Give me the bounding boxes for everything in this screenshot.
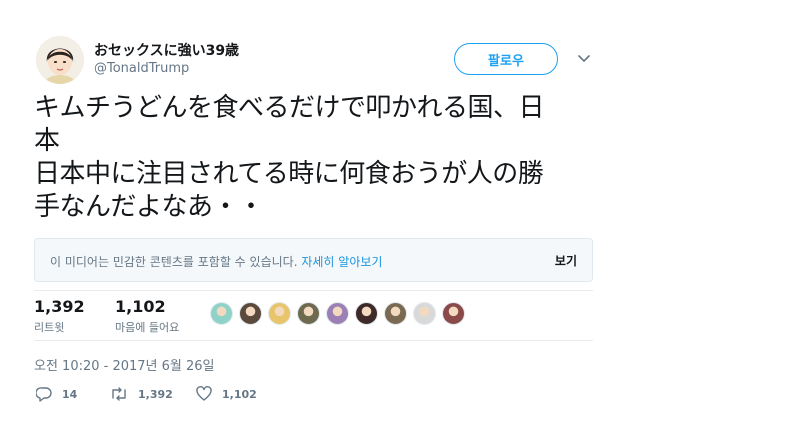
liker-avatar[interactable] — [355, 302, 378, 325]
reply-icon — [36, 387, 52, 402]
liker-avatar[interactable] — [384, 302, 407, 325]
like-stat-label: 마음에 들어요 — [115, 321, 180, 334]
display-name[interactable]: おセックスに強い39歳 — [94, 40, 239, 60]
chevron-down-icon[interactable] — [577, 52, 591, 66]
like-button[interactable]: 1,102 — [196, 386, 257, 402]
avatar[interactable] — [36, 36, 84, 84]
divider — [34, 340, 593, 341]
tweet-text-line: キムチうどんを食べるだけで叩かれる国、日 — [34, 93, 545, 123]
retweet-stat-label: 리트윗 — [34, 321, 65, 334]
heart-icon — [196, 386, 212, 401]
retweet-icon — [112, 387, 126, 401]
follow-button[interactable]: 팔로우 — [454, 43, 558, 75]
reply-button[interactable]: 14 — [36, 386, 77, 402]
liker-avatar[interactable] — [268, 302, 291, 325]
avatar-illustration — [36, 36, 84, 84]
tweet-card: おセックスに強い39歳 @TonaldTrump 팔로우 キムチうどんを食べるだ… — [0, 0, 785, 428]
retweet-action-count: 1,392 — [138, 387, 173, 401]
timestamp[interactable]: 오전 10:20 - 2017년 6월 26일 — [34, 355, 215, 374]
retweet-button[interactable]: 1,392 — [110, 386, 173, 402]
like-action-count: 1,102 — [222, 387, 257, 401]
tweet-text-line: 本 — [34, 126, 60, 156]
retweet-count: 1,392 — [34, 297, 85, 316]
liker-avatar[interactable] — [413, 302, 436, 325]
liker-avatar[interactable] — [297, 302, 320, 325]
reply-count: 14 — [62, 387, 78, 401]
view-media-button[interactable]: 보기 — [555, 252, 577, 269]
tweet-text-line: 日本中に注目されてる時に何食おうが人の勝 — [34, 159, 544, 189]
liker-avatar[interactable] — [326, 302, 349, 325]
sensitive-media-message: 이 미디어는 민감한 콘텐츠를 포함할 수 있습니다. — [50, 255, 298, 269]
liker-avatar[interactable] — [239, 302, 262, 325]
liker-avatar[interactable] — [442, 302, 465, 325]
divider — [34, 290, 593, 291]
sensitive-media-notice: 이 미디어는 민감한 콘텐츠를 포함할 수 있습니다. 자세히 알아보기 보기 — [34, 238, 593, 282]
liker-avatars — [210, 302, 471, 325]
like-stat[interactable]: 1,102 마음에 들어요 — [115, 298, 179, 335]
learn-more-link[interactable]: 자세히 알아보기 — [301, 255, 382, 269]
retweet-stat[interactable]: 1,392 리트윗 — [34, 298, 85, 335]
like-count: 1,102 — [115, 297, 166, 316]
tweet-text-line: 手なんだよなあ・・ — [34, 192, 264, 222]
liker-avatar[interactable] — [210, 302, 233, 325]
user-handle[interactable]: @TonaldTrump — [94, 61, 189, 76]
tweet-text: キムチうどんを食べるだけで叩かれる国、日 本 日本中に注目されてる時に何食おうが… — [34, 92, 594, 224]
